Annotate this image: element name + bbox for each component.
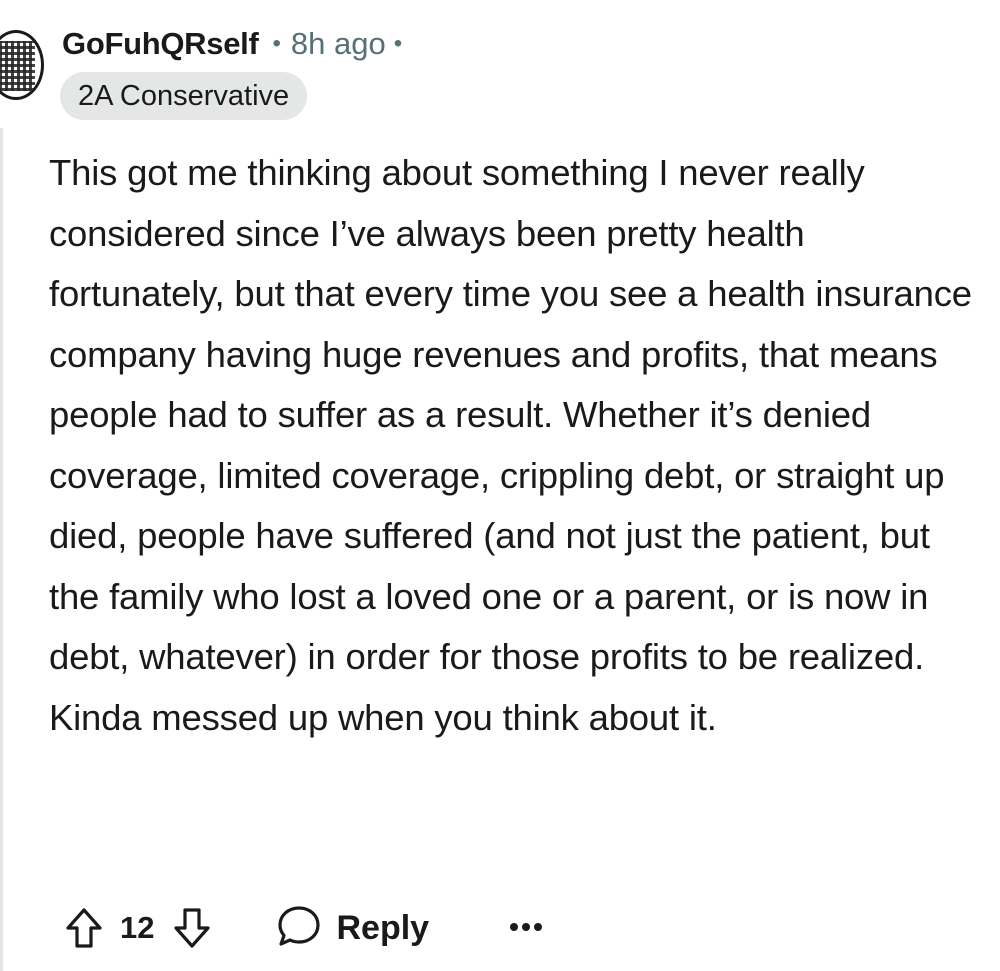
username[interactable]: GoFuhQRself	[62, 26, 259, 62]
reply-button[interactable]: Reply	[276, 904, 429, 953]
vote-score: 12	[120, 910, 155, 945]
user-flair: 2A Conservative	[60, 72, 308, 120]
comment-body: This got me thinking about something I n…	[49, 152, 972, 738]
meta-separator: •	[272, 30, 281, 57]
speech-bubble-icon	[276, 904, 322, 953]
timestamp: 8h ago	[290, 26, 386, 61]
avatar[interactable]	[0, 30, 44, 100]
meta-separator-trailing: •	[393, 30, 403, 57]
upvote-arrow-icon[interactable]	[62, 904, 106, 952]
ellipsis-icon	[509, 919, 543, 937]
reply-label: Reply	[336, 908, 430, 947]
qr-code-avatar-image	[0, 41, 35, 91]
downvote-arrow-icon[interactable]	[170, 904, 214, 952]
comment-actions: 12 Reply	[62, 898, 543, 958]
thread-line	[0, 128, 3, 971]
comment-header: GoFuhQRself • 8h ago •	[62, 26, 402, 62]
more-options-button[interactable]	[509, 919, 543, 937]
